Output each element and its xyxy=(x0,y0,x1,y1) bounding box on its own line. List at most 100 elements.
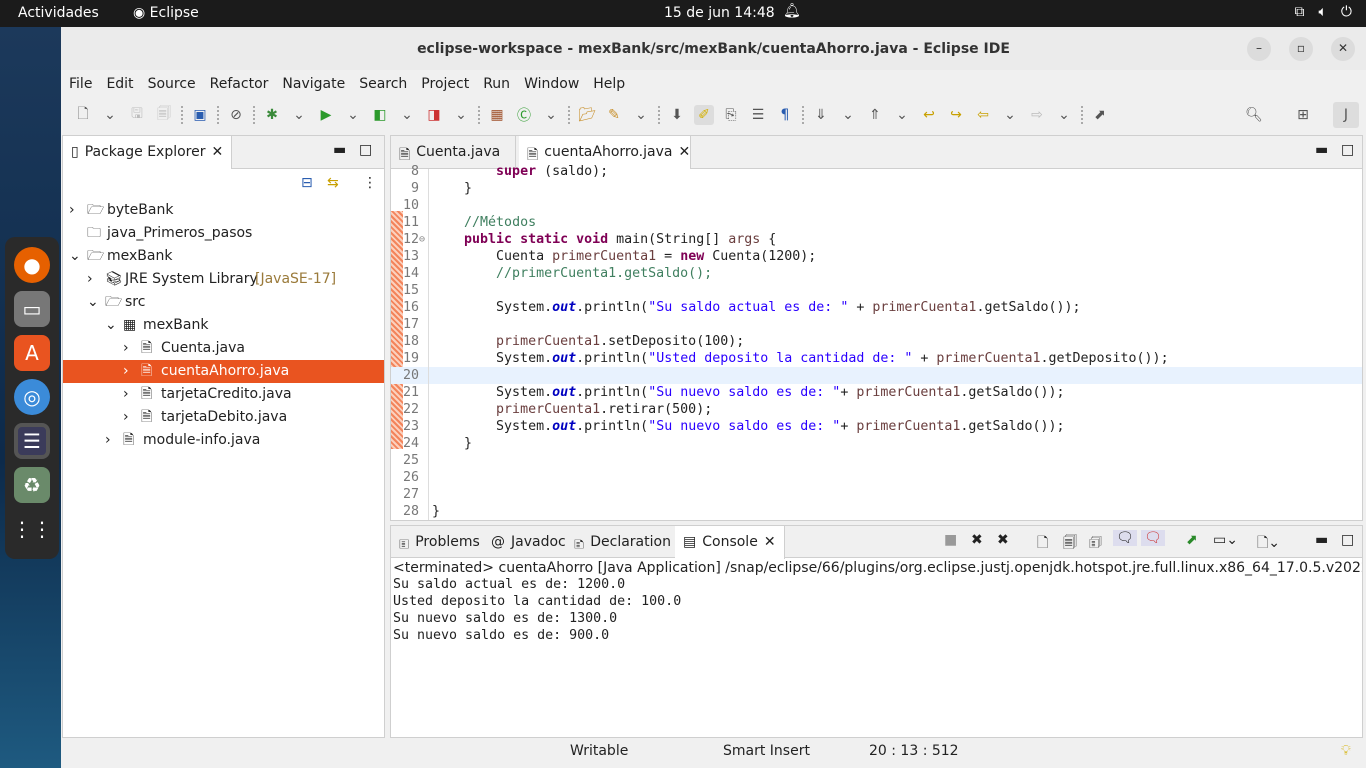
menu-project[interactable]: Project xyxy=(421,76,477,92)
tab-javadoc[interactable]: @ Javadoc xyxy=(483,526,574,559)
chevron-down-icon[interactable]: ⌄ xyxy=(541,105,561,125)
tree-item[interactable]: › 🗎 tarjetaDebito.java xyxy=(63,406,384,429)
app-menu[interactable]: ◉ Eclipse xyxy=(133,5,199,21)
new-icon[interactable]: 🗋 xyxy=(73,105,93,125)
chevron-down-icon[interactable]: ⌄ xyxy=(397,105,417,125)
remove-all-icon[interactable]: ✖ xyxy=(997,532,1009,548)
new-class-icon[interactable]: Ⓒ xyxy=(514,105,534,125)
chevron-down-icon[interactable]: ⌄ xyxy=(451,105,471,125)
firefox-icon[interactable]: ● xyxy=(14,247,50,283)
code-line[interactable]: 12 ⊖ public static void main(String[] arg… xyxy=(391,231,1362,248)
show-whitespace-icon[interactable]: ¶ xyxy=(775,105,795,125)
menu-source[interactable]: Source xyxy=(148,76,204,92)
collapse-all-icon[interactable]: ⊟ xyxy=(301,175,313,191)
tree-item[interactable]: ⌄ 🗁 mexBank xyxy=(63,245,384,268)
expand-arrow-icon[interactable]: ⌄ xyxy=(69,245,81,268)
code-line[interactable]: 16 System.out.println("Su saldo actual e… xyxy=(391,299,1362,316)
tree-item[interactable]: › 🗎 tarjetaCredito.java xyxy=(63,383,384,406)
pin-editor-icon[interactable]: ⬈ xyxy=(1090,105,1110,125)
chrome-icon[interactable]: ◎ xyxy=(14,379,50,415)
chevron-down-icon[interactable]: ⌄ xyxy=(838,105,858,125)
code-line[interactable]: 21 System.out.println("Su nuevo saldo es… xyxy=(391,384,1362,401)
remove-launch-icon[interactable]: ✖ xyxy=(971,532,983,548)
search-tool-icon[interactable]: ✎ xyxy=(604,105,624,125)
back-icon[interactable]: ⇦ xyxy=(973,105,993,125)
skip-breakpoints-icon[interactable]: ⊘ xyxy=(226,105,246,125)
code-line[interactable]: 20 xyxy=(391,367,1362,384)
tree-item[interactable]: › 🗎 module-info.java xyxy=(63,429,384,452)
tab-problems[interactable]: 🗉 Problems xyxy=(391,526,488,559)
code-line[interactable]: 25 xyxy=(391,452,1362,469)
word-wrap-icon[interactable]: 🗊 xyxy=(1089,532,1102,556)
menu-file[interactable]: File xyxy=(69,76,100,92)
open-console-icon[interactable]: 🗋⌄ xyxy=(1257,532,1280,556)
mark-occurrences-icon[interactable]: ✐ xyxy=(694,105,714,125)
terminal-icon[interactable]: ▣ xyxy=(190,105,210,125)
code-area[interactable]: 8 super (saldo); 9 } 10 11 //Métodos 12 ⊖ pub… xyxy=(391,163,1362,520)
new-package-icon[interactable]: ▦ xyxy=(487,105,507,125)
menu-edit[interactable]: Edit xyxy=(106,76,141,92)
code-line[interactable]: 22 primerCuenta1.retirar(500); xyxy=(391,401,1362,418)
forward-edit-icon[interactable]: ↪ xyxy=(946,105,966,125)
menu-refactor[interactable]: Refactor xyxy=(210,76,277,92)
clock[interactable]: 15 de jun 14:48 xyxy=(664,5,775,21)
code-line[interactable]: 14 //primerCuenta1.getSaldo(); xyxy=(391,265,1362,282)
expand-arrow-icon[interactable]: › xyxy=(87,268,93,291)
external-tools-icon[interactable]: ◨ xyxy=(424,105,444,125)
files-icon[interactable]: ▭ xyxy=(14,291,50,327)
save-all-icon[interactable]: 🗐 xyxy=(154,105,174,125)
coverage-icon[interactable]: ◧ xyxy=(370,105,390,125)
close-button[interactable]: ✕ xyxy=(1331,37,1355,61)
code-line[interactable]: 24 } xyxy=(391,435,1362,452)
last-edit-icon[interactable]: ↩ xyxy=(919,105,939,125)
chevron-down-icon[interactable]: ⌄ xyxy=(343,105,363,125)
tab-declaration[interactable]: 🗈 Declaration xyxy=(566,526,680,559)
show-on-error-icon[interactable]: 🗨 xyxy=(1141,530,1165,546)
code-line[interactable]: 27 xyxy=(391,486,1362,503)
menu-search[interactable]: Search xyxy=(359,76,415,92)
code-line[interactable]: 11 //Métodos xyxy=(391,214,1362,231)
code-line[interactable]: 10 xyxy=(391,197,1362,214)
network-icon[interactable]: ⧉ xyxy=(1295,4,1305,20)
word-wrap-icon[interactable]: ☰ xyxy=(748,105,768,125)
code-line[interactable]: 23 System.out.println("Su nuevo saldo es… xyxy=(391,418,1362,435)
code-line[interactable]: 26 xyxy=(391,469,1362,486)
tree-item[interactable]: › 🗎 cuentaAhorro.java xyxy=(63,360,384,383)
software-icon[interactable]: A xyxy=(14,335,50,371)
link-editor-icon[interactable]: ⇆ xyxy=(327,175,339,191)
chevron-down-icon[interactable]: ⌄ xyxy=(631,105,651,125)
expand-arrow-icon[interactable]: ⌄ xyxy=(87,291,99,314)
minimize-view-icon[interactable]: ▬ xyxy=(1315,532,1328,548)
minimize-view-icon[interactable]: ▬ xyxy=(333,142,346,158)
lightbulb-icon[interactable]: 💡︎ xyxy=(1341,743,1351,759)
expand-arrow-icon[interactable]: › xyxy=(123,406,129,429)
maximize-view-icon[interactable]: □ xyxy=(359,142,372,158)
volume-icon[interactable]: 🔈︎ xyxy=(1319,4,1327,20)
tree-item[interactable]: ⌄ ▦ mexBank xyxy=(63,314,384,337)
fold-icon[interactable]: ⊖ xyxy=(419,231,425,248)
chevron-down-icon[interactable]: ⌄ xyxy=(1000,105,1020,125)
power-icon[interactable]: ⏻ xyxy=(1341,4,1352,20)
terminate-icon[interactable]: ■ xyxy=(944,532,957,548)
chevron-down-icon[interactable]: ⌄ xyxy=(100,105,120,125)
save-icon[interactable]: 🖫 xyxy=(127,105,147,125)
maximize-view-icon[interactable]: □ xyxy=(1341,532,1354,548)
run-icon[interactable]: ▶ xyxy=(316,105,336,125)
code-line[interactable]: 13 Cuenta primerCuenta1 = new Cuenta(120… xyxy=(391,248,1362,265)
forward-icon[interactable]: ⇨ xyxy=(1027,105,1047,125)
expand-arrow-icon[interactable]: › xyxy=(69,199,75,222)
minimize-button[interactable]: – xyxy=(1247,37,1271,61)
tree-item[interactable]: › 🗎 Cuenta.java xyxy=(63,337,384,360)
trash-icon[interactable]: ♻ xyxy=(14,467,50,503)
code-line[interactable]: 19 System.out.println("Usted deposito la… xyxy=(391,350,1362,367)
maximize-button[interactable]: ▫ xyxy=(1289,37,1313,61)
tab-console[interactable]: ▤ Console ✕ xyxy=(675,526,785,559)
code-line[interactable]: 28} xyxy=(391,503,1362,520)
eclipse-icon[interactable]: ☰ xyxy=(14,423,50,459)
close-icon[interactable]: ✕ xyxy=(212,144,224,169)
view-menu-icon[interactable]: ⋮ xyxy=(363,175,377,191)
chevron-down-icon[interactable]: ⌄ xyxy=(1054,105,1074,125)
expand-arrow-icon[interactable]: ⌄ xyxy=(105,314,117,337)
next-annotation-icon[interactable]: ⇓ xyxy=(811,105,831,125)
chevron-down-icon[interactable]: ⌄ xyxy=(289,105,309,125)
